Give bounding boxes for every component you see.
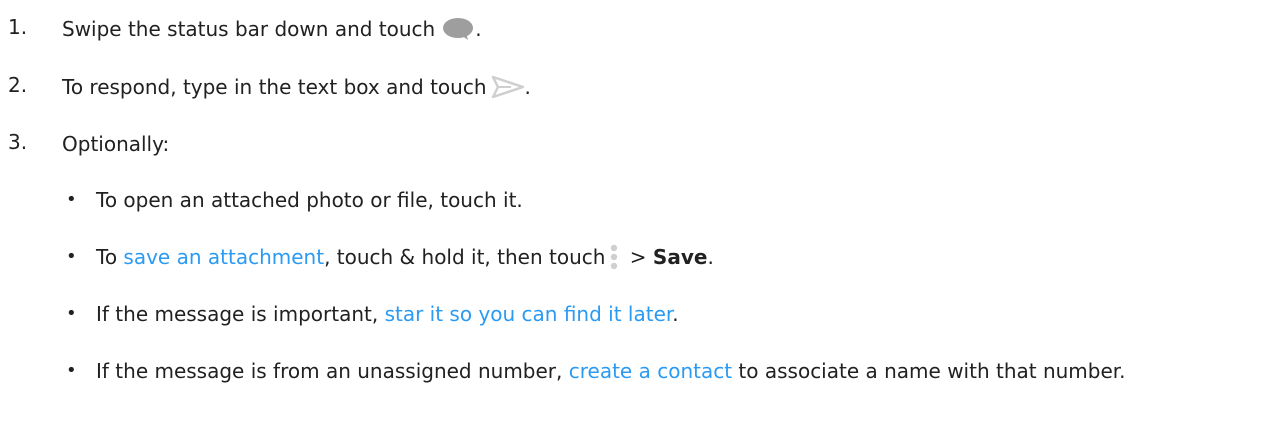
bullet-item-1: • To open an attached photo or file, tou… (0, 185, 1288, 215)
send-icon (491, 75, 525, 99)
bullet-text-end: to associate a name with that number. (732, 359, 1126, 383)
step-number: 3. (8, 130, 28, 154)
step-text-after: . (524, 75, 531, 99)
save-label: Save (652, 245, 708, 269)
bullet-marker: • (66, 246, 77, 267)
bullet-item-3: • If the message is important, star it s… (0, 299, 1288, 329)
bullet-text: To save an attachment, touch & hold it, … (96, 242, 1276, 272)
bullet-text: If the message is important, star it so … (96, 299, 1276, 329)
save-attachment-link[interactable]: save an attachment (123, 245, 324, 269)
bullet-item-2: • To save an attachment, touch & hold it… (0, 242, 1288, 272)
chat-bubble-icon (441, 17, 475, 41)
bullet-marker: • (66, 189, 77, 210)
bullet-text-end: . (672, 302, 679, 326)
step-number: 1. (8, 15, 28, 39)
step-text-after: . (475, 17, 482, 41)
step-text: To respond, type in the text box and tou… (62, 72, 531, 102)
bullet-text-pre: To (96, 245, 124, 269)
bullet-text-end: . (707, 245, 714, 269)
step-text: Optionally: (62, 132, 170, 156)
step-text-before: Swipe the status bar down and touch (62, 17, 436, 41)
step-number: 2. (8, 73, 28, 97)
bullet-text: To open an attached photo or file, touch… (96, 188, 523, 212)
bullet-text-pre: If the message is from an unassigned num… (96, 359, 569, 383)
more-vert-icon (609, 244, 619, 270)
bullet-marker: • (66, 303, 77, 324)
step-text-before: To respond, type in the text box and tou… (62, 75, 487, 99)
menu-separator: > (623, 245, 653, 269)
instructions-content: 1. Swipe the status bar down and touch. … (0, 0, 1288, 432)
bullet-item-4: • If the message is from an unassigned n… (0, 356, 1288, 422)
star-message-link[interactable]: star it so you can find it later (385, 302, 673, 326)
step-text: Swipe the status bar down and touch. (62, 14, 482, 44)
bullet-marker: • (66, 360, 77, 381)
bullet-text-pre: If the message is important, (96, 302, 385, 326)
bullet-text: If the message is from an unassigned num… (96, 356, 1276, 386)
create-contact-link[interactable]: create a contact (569, 359, 732, 383)
bullet-text-mid: , touch & hold it, then touch (324, 245, 606, 269)
